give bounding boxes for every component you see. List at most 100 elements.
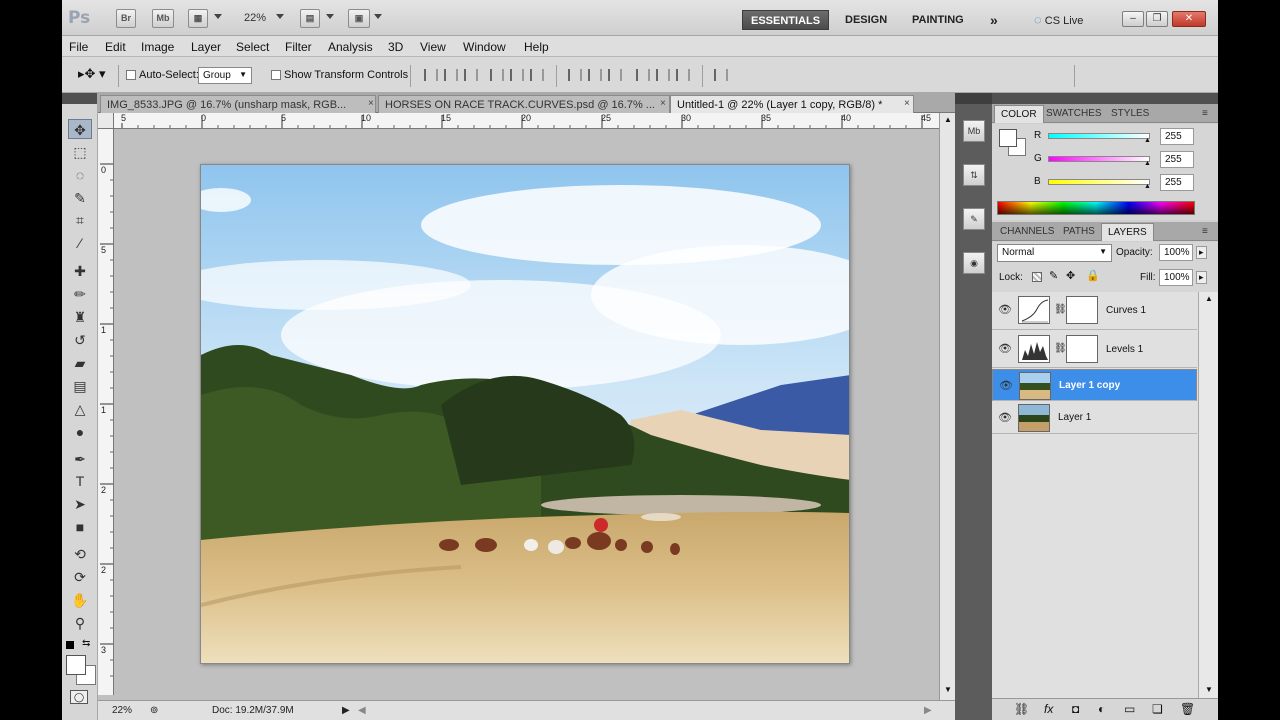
r-value[interactable]: 255	[1160, 128, 1194, 145]
mini-bridge-panel-icon[interactable]: Mb	[963, 120, 985, 142]
layer-style-fx-icon[interactable]: fx	[1044, 702, 1053, 716]
b-value[interactable]: 255	[1160, 174, 1194, 191]
3d-orbit-tool-icon[interactable]: ⟳	[68, 567, 92, 587]
align-top-icon[interactable]	[424, 69, 438, 81]
new-layer-icon[interactable]: ❏	[1152, 702, 1163, 716]
menu-select[interactable]: Select	[236, 40, 269, 54]
distribute-right-icon[interactable]	[676, 69, 690, 81]
history-panel-icon[interactable]: ⇅	[963, 164, 985, 186]
3d-rotate-tool-icon[interactable]: ⟲	[68, 544, 92, 564]
blur-tool-icon[interactable]: △	[68, 399, 92, 419]
mask-link-icon[interactable]: ⛓	[1054, 304, 1067, 315]
view-extras-icon[interactable]: ▦	[188, 9, 208, 28]
visibility-eye-icon[interactable]: 👁	[998, 303, 1012, 316]
scroll-down-icon[interactable]: ▼	[1205, 685, 1213, 694]
crop-tool-icon[interactable]: ⌗	[68, 210, 92, 230]
zoom-level[interactable]: 22%	[244, 12, 266, 24]
pen-tool-icon[interactable]: ✒	[68, 449, 92, 469]
distribute-left-icon[interactable]	[636, 69, 650, 81]
menu-analysis[interactable]: Analysis	[328, 40, 373, 54]
quick-mask-icon[interactable]: ◯	[70, 690, 88, 704]
menu-layer[interactable]: Layer	[191, 40, 221, 54]
close-tab-icon[interactable]: ×	[660, 98, 666, 109]
lock-transparency-icon[interactable]	[1032, 272, 1042, 282]
tab-channels[interactable]: CHANNELS	[994, 223, 1060, 241]
panel-menu-icon[interactable]: ≡	[1196, 223, 1214, 241]
align-right-icon[interactable]	[530, 69, 544, 81]
restore-button[interactable]: ❐	[1146, 11, 1168, 27]
strip-header[interactable]	[955, 93, 992, 104]
swap-colors-icon[interactable]: ⇆	[82, 638, 90, 649]
tab-paths[interactable]: PATHS	[1057, 223, 1101, 241]
tab-swatches[interactable]: SWATCHES	[1040, 105, 1108, 123]
horizontal-ruler[interactable]: 5 0 5 10 15 20 25 30 35 40 45	[114, 113, 939, 129]
panel-dock-header[interactable]	[992, 93, 1218, 104]
clone-source-icon[interactable]: ◉	[963, 252, 985, 274]
layer-row-layer1[interactable]: 👁 Layer 1	[992, 402, 1197, 434]
new-adjustment-layer-icon[interactable]: ◐	[1098, 702, 1105, 716]
add-mask-icon[interactable]: ◘	[1072, 702, 1079, 716]
layer-mask-thumbnail[interactable]	[1066, 335, 1098, 363]
layer-name[interactable]: Layer 1	[1058, 412, 1091, 423]
arrange-documents-icon[interactable]: ▤	[300, 9, 320, 28]
vertical-scrollbar[interactable]: ▲ ▼	[939, 113, 955, 703]
gradient-tool-icon[interactable]: ▤	[68, 376, 92, 396]
opacity-arrow-icon[interactable]: ▸	[1196, 246, 1207, 259]
tab-color[interactable]: COLOR	[994, 105, 1044, 123]
zoom-tool-icon[interactable]: ⚲	[68, 613, 92, 633]
mask-link-icon[interactable]: ⛓	[1054, 343, 1067, 354]
menu-filter[interactable]: Filter	[285, 40, 312, 54]
menu-help[interactable]: Help	[524, 40, 549, 54]
healing-brush-tool-icon[interactable]: ✚	[68, 261, 92, 281]
g-slider[interactable]	[1048, 156, 1150, 162]
eraser-tool-icon[interactable]: ▰	[68, 353, 92, 373]
lock-all-icon[interactable]: 🔒	[1086, 269, 1100, 282]
r-slider-handle-icon[interactable]: ▲	[1144, 137, 1151, 144]
arrange-dropdown-icon[interactable]	[326, 14, 334, 19]
align-vcenter-icon[interactable]	[444, 69, 458, 81]
menu-window[interactable]: Window	[463, 40, 506, 54]
new-group-icon[interactable]: ▭	[1124, 702, 1135, 716]
scroll-up-icon[interactable]: ▲	[944, 115, 952, 124]
layer-row-levels[interactable]: 👁 ⛓ Levels 1	[992, 331, 1197, 368]
canvas-area[interactable]	[114, 129, 939, 695]
bridge-button[interactable]: Br	[116, 9, 136, 28]
align-bottom-icon[interactable]	[464, 69, 478, 81]
layer-name[interactable]: Layer 1 copy	[1059, 380, 1120, 391]
g-slider-handle-icon[interactable]: ▲	[1144, 160, 1151, 167]
clone-stamp-tool-icon[interactable]: ♜	[68, 307, 92, 327]
ruler-origin[interactable]	[98, 113, 114, 129]
lasso-tool-icon[interactable]: ◌	[68, 165, 92, 185]
default-colors-icon[interactable]	[66, 641, 74, 649]
b-slider-handle-icon[interactable]: ▲	[1144, 183, 1151, 190]
path-selection-tool-icon[interactable]: ➤	[68, 494, 92, 514]
b-slider[interactable]	[1048, 179, 1150, 185]
document-image[interactable]	[200, 164, 850, 664]
tools-panel-header[interactable]	[62, 93, 97, 104]
tab-styles[interactable]: STYLES	[1105, 105, 1155, 123]
layer-name[interactable]: Levels 1	[1106, 344, 1143, 355]
document-tab-img8533[interactable]: IMG_8533.JPG @ 16.7% (unsharp mask, RGB.…	[100, 95, 376, 113]
workspace-design[interactable]: DESIGN	[845, 10, 887, 30]
opacity-value[interactable]: 100%	[1159, 244, 1193, 261]
scroll-up-icon[interactable]: ▲	[1205, 294, 1213, 303]
document-tab-untitled[interactable]: Untitled-1 @ 22% (Layer 1 copy, RGB/8) *	[670, 95, 914, 113]
menu-3d[interactable]: 3D	[388, 40, 403, 54]
quick-selection-tool-icon[interactable]: ✎	[68, 188, 92, 208]
menu-edit[interactable]: Edit	[105, 40, 126, 54]
distribute-bottom-icon[interactable]	[608, 69, 622, 81]
layers-scrollbar[interactable]: ▲ ▼	[1198, 292, 1218, 698]
scroll-left-icon[interactable]: ◀	[358, 705, 366, 716]
brush-presets-icon[interactable]: ✎	[963, 208, 985, 230]
fill-value[interactable]: 100%	[1159, 269, 1193, 286]
align-left-icon[interactable]	[490, 69, 504, 81]
shape-tool-icon[interactable]: ■	[68, 517, 92, 537]
document-tab-horses[interactable]: HORSES ON RACE TRACK.CURVES.psd @ 16.7% …	[378, 95, 670, 113]
status-zoom[interactable]: 22%	[112, 705, 132, 716]
layer-name[interactable]: Curves 1	[1106, 305, 1146, 316]
color-spectrum-ramp[interactable]	[997, 201, 1195, 215]
hand-tool-icon[interactable]: ✋	[68, 590, 92, 610]
view-extras-dropdown-icon[interactable]	[214, 14, 222, 19]
close-tab-icon[interactable]: ×	[904, 98, 910, 109]
fill-arrow-icon[interactable]: ▸	[1196, 271, 1207, 284]
